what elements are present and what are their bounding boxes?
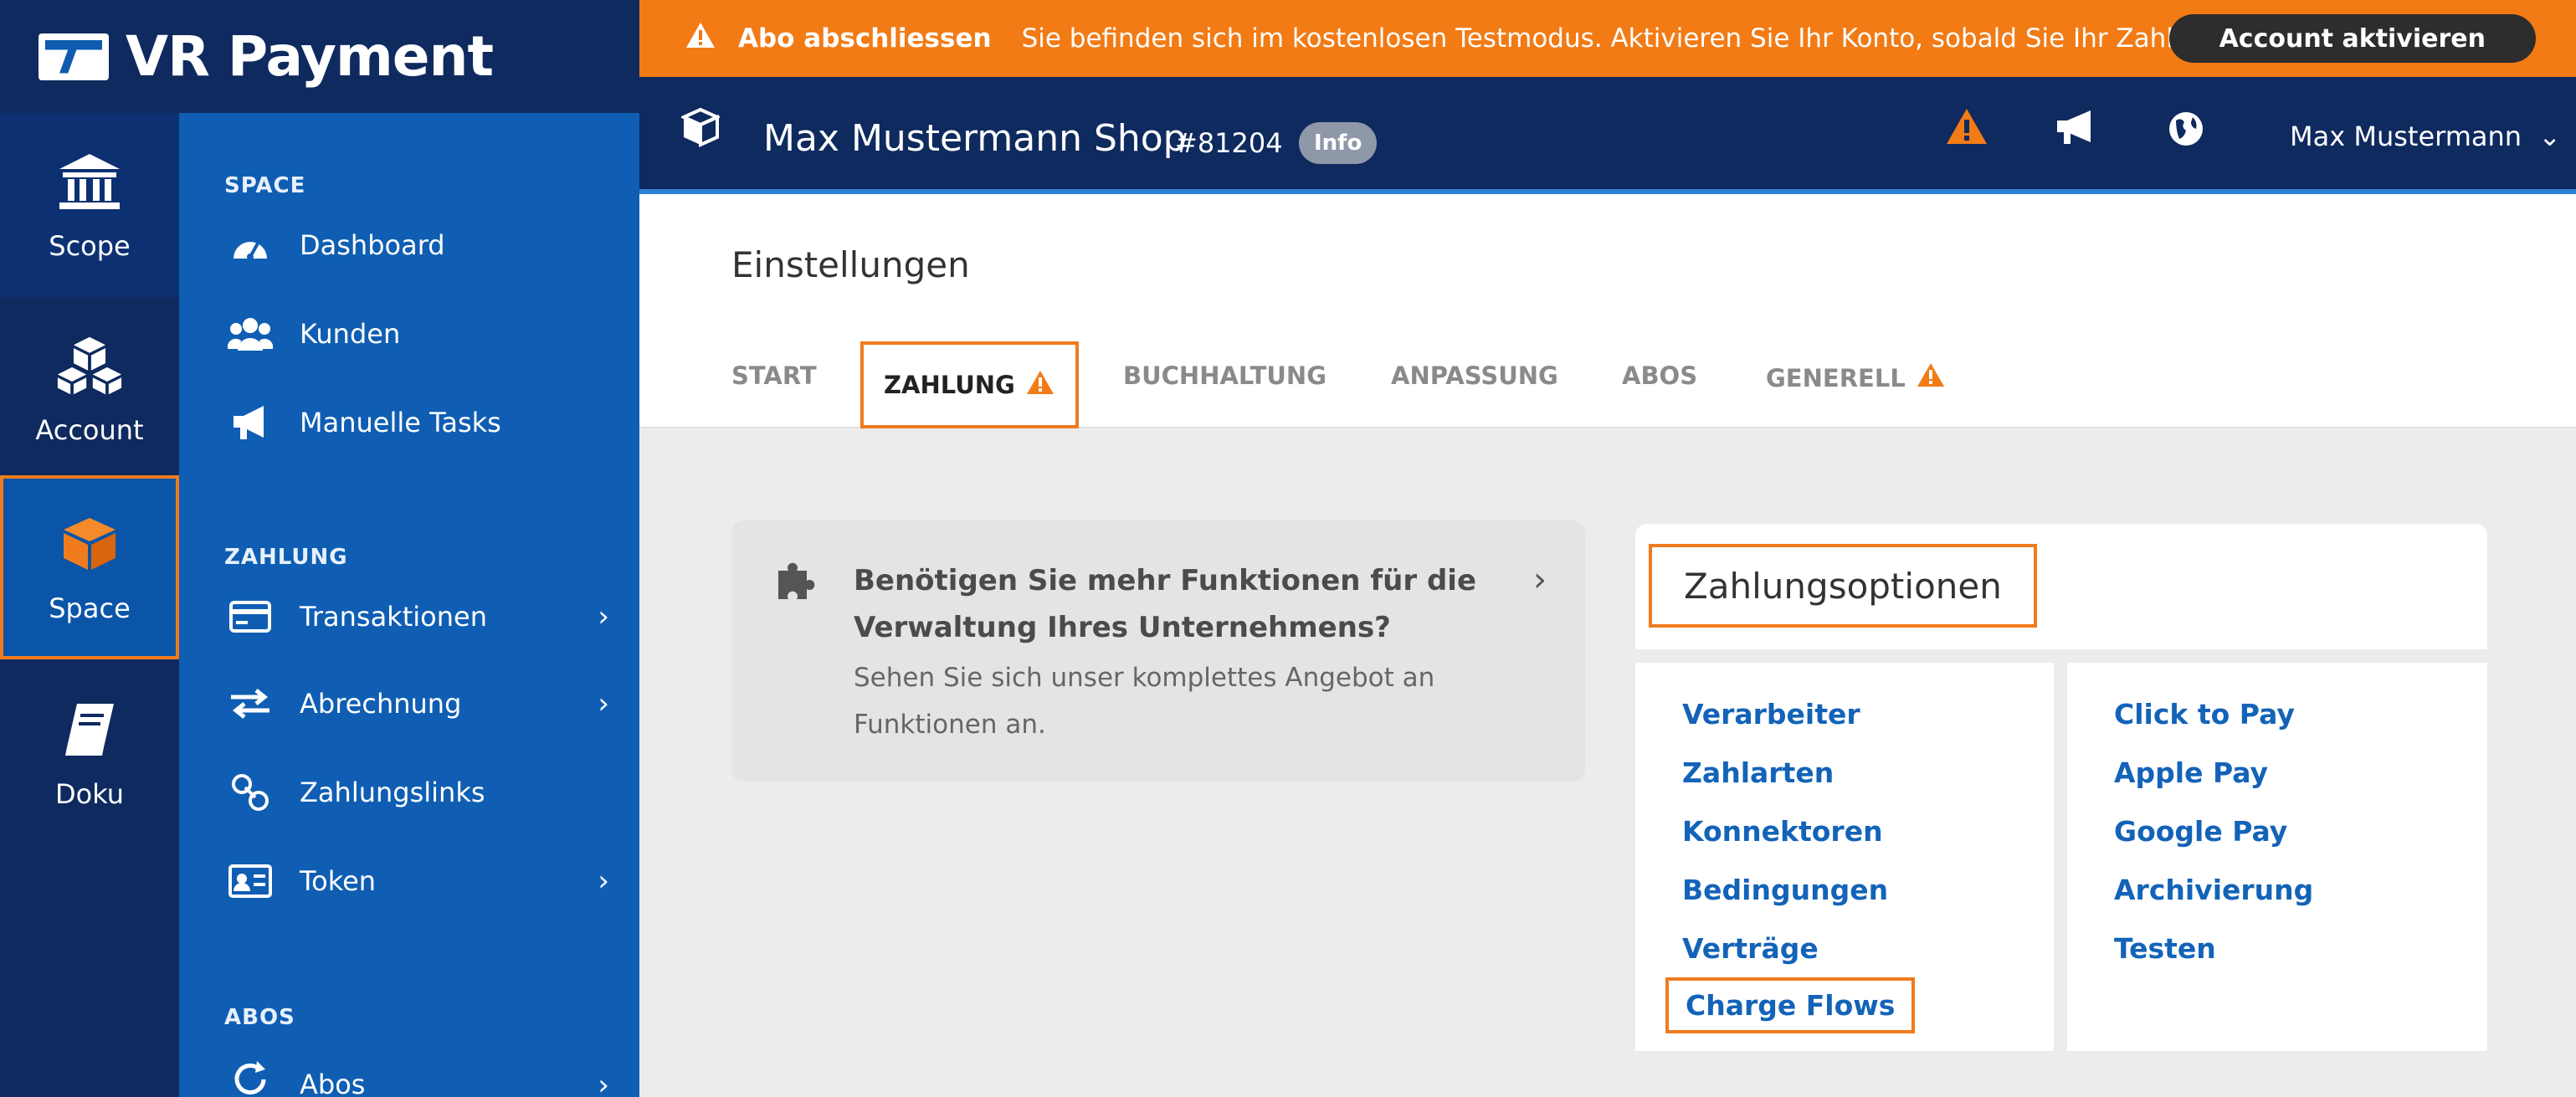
link-google-pay[interactable]: Google Pay: [2114, 815, 2287, 848]
sidebar-label-transaktionen: Transaktionen: [300, 601, 487, 633]
rail-item-scope[interactable]: Scope: [0, 113, 179, 297]
payment-options-title: Zahlungsoptionen: [1649, 544, 2037, 628]
payment-options-column-2: Click to Pay Apple Pay Google Pay Archiv…: [2067, 663, 2487, 1051]
link-konnektoren[interactable]: Konnektoren: [1682, 815, 1883, 848]
chevron-right-icon: ›: [598, 687, 609, 720]
tab-generell-label: GENERELL: [1766, 363, 1906, 392]
chevron-right-icon: ›: [598, 1069, 609, 1097]
link-testen[interactable]: Testen: [2114, 932, 2216, 965]
shop-id: #81204: [1175, 127, 1283, 159]
sidebar-label-manuelle-tasks: Manuelle Tasks: [300, 407, 501, 438]
rail-item-account[interactable]: Account: [0, 297, 179, 481]
chevron-down-icon: ⌄: [2538, 120, 2562, 152]
link-zahlarten[interactable]: Zahlarten: [1682, 756, 1834, 789]
sidebar-item-dashboard[interactable]: Dashboard: [224, 220, 609, 270]
link-vertraege[interactable]: Verträge: [1682, 932, 1819, 965]
link-verarbeiter[interactable]: Verarbeiter: [1682, 698, 1860, 730]
rail-item-doku[interactable]: Doku: [0, 661, 179, 845]
tab-zahlung[interactable]: ZAHLUNG: [860, 341, 1079, 428]
shop-name[interactable]: Max Mustermann Shop: [763, 117, 1187, 160]
sidebar-label-abrechnung: Abrechnung: [300, 688, 462, 720]
book-icon: [56, 696, 123, 763]
banner-title: Abo abschliessen: [738, 23, 992, 54]
sidebar-item-transaktionen[interactable]: Transaktionen ›: [224, 592, 609, 642]
sidebar-nav: SPACE Dashboard Kunden Manuelle Tasks ZA…: [179, 113, 639, 1097]
bank-icon: [56, 148, 123, 215]
sidebar-label-token: Token: [300, 865, 377, 897]
sidebar-item-kunden[interactable]: Kunden: [224, 309, 609, 359]
chevron-right-icon: ›: [598, 864, 609, 898]
banner-message: Sie befinden sich im kostenlosen Testmod…: [1021, 23, 2210, 54]
warning-icon: [1916, 361, 1946, 394]
tab-start[interactable]: START: [731, 361, 817, 390]
promo-heading: Benötigen Sie mehr Funktionen für die Ve…: [854, 564, 1476, 644]
content-header: Einstellungen START ZAHLUNG BUCHHALTUNG …: [639, 194, 2576, 428]
activate-account-button[interactable]: Account aktivieren: [2168, 14, 2536, 63]
tab-buchhaltung-label: BUCHHALTUNG: [1123, 361, 1327, 390]
brand-name: VR Payment: [126, 24, 494, 89]
info-badge[interactable]: Info: [1299, 122, 1378, 164]
rail-label-account: Account: [35, 414, 144, 446]
link-click-to-pay[interactable]: Click to Pay: [2114, 698, 2295, 730]
sidebar-label-abos: Abos: [300, 1069, 366, 1097]
user-menu[interactable]: Max Mustermann ⌄: [2290, 120, 2561, 152]
chevron-right-icon: ›: [1533, 561, 1547, 599]
brand-logo[interactable]: VR Payment: [0, 0, 639, 113]
tab-abos-label: ABOS: [1622, 361, 1698, 390]
megaphone-icon: [224, 402, 276, 443]
rail-item-space[interactable]: Space: [0, 475, 179, 659]
announcements-icon[interactable]: [2054, 109, 2097, 151]
sidebar-item-abrechnung[interactable]: Abrechnung ›: [224, 679, 609, 729]
user-name: Max Mustermann: [2290, 120, 2522, 152]
sidebar-label-kunden: Kunden: [300, 318, 401, 350]
warning-icon: [685, 21, 716, 56]
vr-logo-icon: [38, 33, 109, 80]
rail-label-space: Space: [49, 592, 131, 624]
link-icon: [224, 771, 276, 813]
globe-icon[interactable]: [2168, 110, 2204, 151]
users-icon: [224, 313, 276, 355]
sidebar-item-zahlungslinks[interactable]: Zahlungslinks: [224, 767, 609, 818]
exchange-icon: [224, 683, 276, 725]
link-charge-flows[interactable]: Charge Flows: [1665, 977, 1916, 1033]
top-header: Max Mustermann Shop #81204 Info Max Must…: [639, 77, 2576, 194]
page-title: Einstellungen: [731, 244, 970, 285]
promo-text: Sehen Sie sich unser komplettes Angebot …: [854, 663, 1435, 740]
sidebar-label-dashboard: Dashboard: [300, 229, 445, 261]
rail-label-doku: Doku: [54, 778, 125, 810]
sidebar-item-abos[interactable]: Abos ›: [224, 1047, 609, 1097]
puzzle-icon: [773, 557, 820, 607]
sidebar-item-token[interactable]: Token ›: [224, 856, 609, 906]
link-archivierung[interactable]: Archivierung: [2114, 874, 2313, 906]
alert-icon[interactable]: [1945, 107, 1988, 149]
nav-section-abos: ABOS: [224, 1005, 295, 1030]
rail-label-scope: Scope: [49, 230, 131, 262]
sidebar-item-manuelle-tasks[interactable]: Manuelle Tasks: [224, 397, 609, 448]
cubes-icon: [56, 332, 123, 399]
cube-icon: [56, 510, 123, 577]
chevron-right-icon: ›: [598, 600, 609, 633]
tab-zahlung-label: ZAHLUNG: [884, 371, 1015, 399]
tab-start-label: START: [731, 361, 817, 390]
payment-options-column-1: Verarbeiter Zahlarten Konnektoren Beding…: [1635, 663, 2054, 1051]
trial-banner: Abo abschliessen Sie befinden sich im ko…: [639, 0, 2576, 77]
link-apple-pay[interactable]: Apple Pay: [2114, 756, 2268, 789]
sidebar-label-zahlungslinks: Zahlungslinks: [300, 777, 485, 808]
credit-card-icon: [224, 596, 276, 638]
tab-abos[interactable]: ABOS: [1622, 361, 1697, 390]
tab-generell[interactable]: GENERELL: [1766, 361, 1946, 394]
nav-section-zahlung: ZAHLUNG: [224, 545, 348, 570]
dashboard-icon: [224, 224, 276, 266]
nav-section-space: SPACE: [224, 173, 306, 198]
refresh-icon: [224, 1059, 276, 1097]
payment-options-header: Zahlungsoptionen: [1635, 524, 2487, 649]
space-cube-icon: [680, 107, 721, 151]
feature-promo-card[interactable]: Benötigen Sie mehr Funktionen für die Ve…: [731, 520, 1585, 782]
tab-buchhaltung[interactable]: BUCHHALTUNG: [1123, 361, 1326, 390]
id-card-icon: [224, 860, 276, 902]
warning-icon: [1025, 369, 1055, 402]
tab-anpassung[interactable]: ANPASSUNG: [1391, 361, 1558, 390]
tab-anpassung-label: ANPASSUNG: [1391, 361, 1558, 390]
link-bedingungen[interactable]: Bedingungen: [1682, 874, 1888, 906]
